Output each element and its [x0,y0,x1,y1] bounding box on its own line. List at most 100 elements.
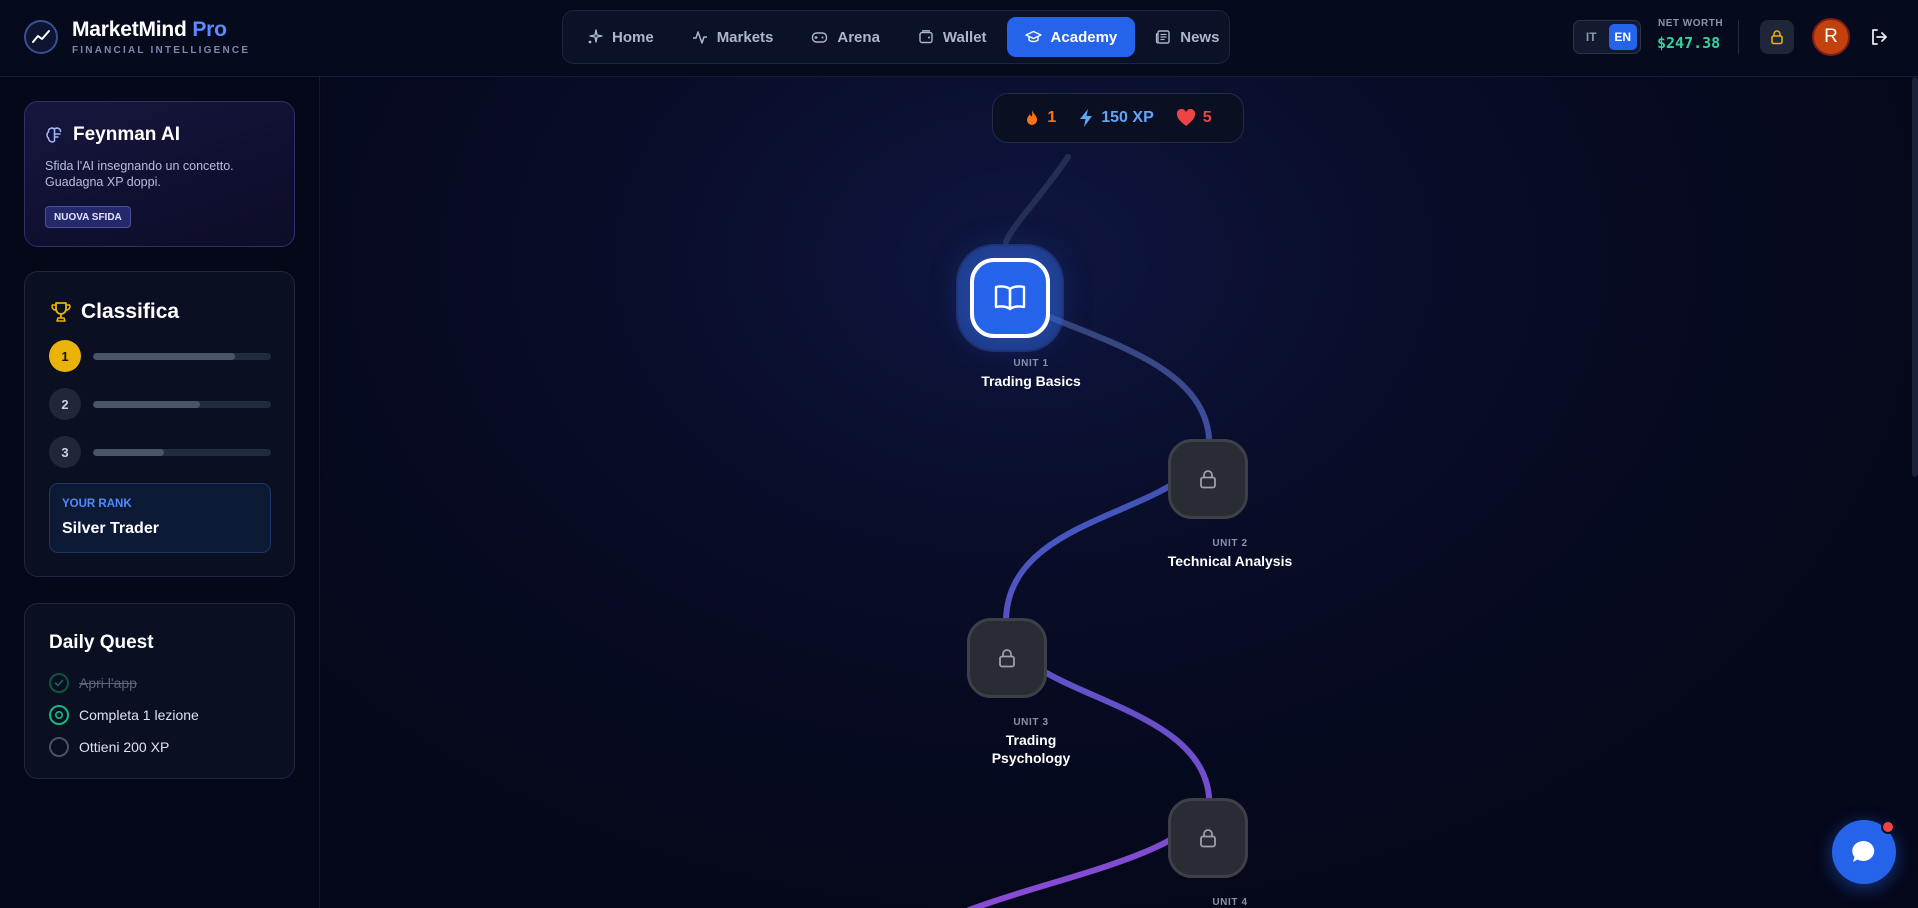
brain-icon [45,126,64,150]
net-worth-label: NET WORTH [1658,18,1724,29]
flame-icon [1027,110,1038,125]
logout-button[interactable] [1866,24,1892,50]
net-worth-value: $247.38 [1657,34,1721,52]
unit-kicker: UNIT 2 [1212,538,1248,549]
brand-tagline: FINANCIAL INTELLIGENCE [72,45,251,56]
unit-kicker: UNIT 3 [1013,717,1049,728]
daily-quest-title: Daily Quest [49,632,154,653]
wallet-icon [919,30,933,44]
your-rank-box: YOUR RANK Silver Trader [49,483,271,553]
empty-circle-icon [49,737,69,757]
nav-arena[interactable]: Arena [793,17,898,57]
rank-progress-track [93,353,271,360]
notification-dot [1881,820,1895,834]
leaderboard-row[interactable]: 1 [49,340,271,372]
rank-badge: 1 [49,340,81,372]
unit-3-label[interactable]: UNIT 3 Trading Psychology [971,717,1091,767]
rank-progress-fill [93,353,236,360]
rank-progress-fill [93,401,200,408]
language-toggle: IT EN [1573,20,1641,54]
leaderboard-row[interactable]: 3 [49,436,271,468]
nav-news-label: News [1180,28,1220,46]
lang-it-button[interactable]: IT [1577,24,1606,50]
target-circle-icon [49,705,69,725]
rank-badge: 2 [49,388,81,420]
logout-icon [1872,29,1887,45]
unit-name: Trading Psychology [991,732,1071,766]
lightning-icon [1080,109,1093,127]
open-book-icon [994,285,1026,311]
lang-en-button[interactable]: EN [1608,24,1637,50]
stats-pill: 1 150 XP 5 [992,93,1244,143]
sparkle-icon [588,29,603,44]
main-nav: Home Markets Arena Wallet Academy News [562,10,1230,64]
lock-button[interactable] [1760,20,1794,54]
sidebar: Feynman AI Sfida l'AI insegnando un conc… [0,77,320,908]
streak-stat[interactable]: 1 [1024,109,1056,127]
hearts-value: 5 [1202,109,1212,126]
nav-academy[interactable]: Academy [1006,17,1136,57]
learning-path-connector [966,154,1213,908]
unit-4-node[interactable] [1168,798,1248,878]
top-header: MarketMind Pro FINANCIAL INTELLIGENCE Ho… [0,0,1918,77]
nav-home[interactable]: Home [569,17,672,57]
header-divider [1738,20,1739,54]
logo-chart-icon[interactable] [24,20,58,54]
unit-name: Technical Analysis [1167,553,1293,569]
quest-item-label: Ottieni 200 XP [79,739,170,755]
unit-2-label[interactable]: UNIT 2 Technical Analysis [1150,538,1310,570]
unit-kicker: UNIT 1 [1013,358,1049,369]
learning-path-area[interactable]: 1 150 XP 5 UNIT 1 Trading Basics UNIT 2 … [321,77,1918,908]
xp-stat[interactable]: 150 XP [1078,108,1154,128]
check-circle-icon [49,673,69,693]
gamepad-icon [812,32,828,43]
lock-icon [1771,30,1783,45]
rank-progress-track [93,449,271,456]
your-rank-label: YOUR RANK [62,498,132,510]
nav-markets-label: Markets [716,28,774,46]
brand-name[interactable]: MarketMind Pro [72,18,227,42]
rank-progress-track [93,401,271,408]
unit-1-node[interactable] [970,258,1050,338]
heart-icon [1176,109,1195,126]
unit-2-node[interactable] [1168,439,1248,519]
quest-item-label: Apri l'app [79,675,137,691]
leaderboard-card: Classifica 1 2 3 YOUR RANK Silver Trader [24,271,295,577]
feynman-description: Sfida l'AI insegnando un concetto. Guada… [45,159,234,189]
newspaper-icon [1156,30,1170,44]
nav-arena-label: Arena [837,28,880,46]
leaderboard-row[interactable]: 2 [49,388,271,420]
lock-icon [1200,829,1216,848]
leaderboard-title: Classifica [81,300,180,323]
activity-icon [692,31,707,44]
nav-wallet[interactable]: Wallet [900,17,1005,57]
unit-3-node[interactable] [967,618,1047,698]
nav-home-label: Home [612,28,654,46]
quest-item[interactable]: Apri l'app [49,672,137,694]
lock-icon [999,649,1015,668]
nav-academy-label: Academy [1050,28,1118,46]
new-challenge-button[interactable]: NUOVA SFIDA [45,206,131,228]
quest-item-label: Completa 1 lezione [79,707,199,723]
unit-name: Trading Basics [981,373,1081,389]
nav-wallet-label: Wallet [942,28,987,46]
rank-progress-fill [93,449,165,456]
user-avatar[interactable]: R [1812,18,1850,56]
your-rank-value: Silver Trader [62,520,159,537]
streak-value: 1 [1047,109,1057,126]
hearts-stat[interactable]: 5 [1176,109,1212,127]
quest-item[interactable]: Completa 1 lezione [49,704,199,726]
chat-bubble-icon [1852,840,1875,862]
graduation-cap-icon [1024,30,1042,43]
unit-1-label[interactable]: UNIT 1 Trading Basics [951,358,1111,390]
nav-markets[interactable]: Markets [674,17,792,57]
feynman-card[interactable]: Feynman AI Sfida l'AI insegnando un conc… [24,101,295,247]
quest-item[interactable]: Ottieni 200 XP [49,736,169,758]
trophy-icon [49,300,73,329]
nav-news[interactable]: News [1137,17,1237,57]
unit-4-label[interactable]: UNIT 4 [1150,897,1310,908]
xp-value: 150 XP [1101,109,1154,126]
lock-icon [1200,470,1216,489]
feynman-title: Feynman AI [73,124,180,145]
daily-quest-card: Daily Quest Apri l'app Completa 1 lezion… [24,603,295,779]
